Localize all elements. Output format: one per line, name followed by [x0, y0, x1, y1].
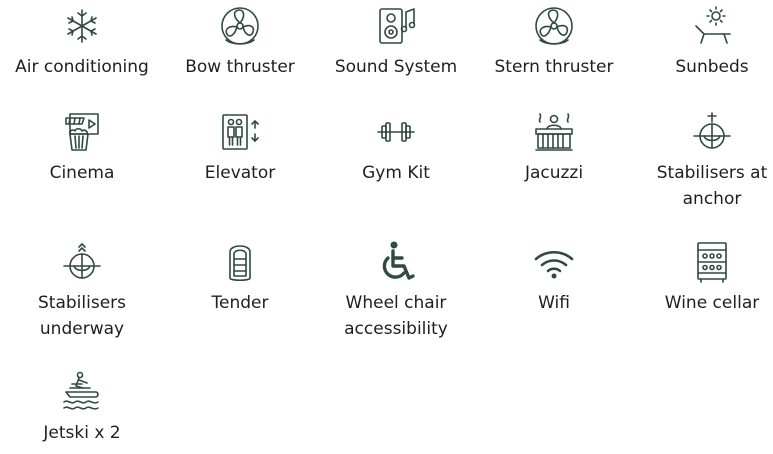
- amenity-cinema: Cinema: [7, 110, 157, 186]
- amenity-elevator: Elevator: [165, 110, 315, 186]
- stabiliser-anchor-icon: [690, 110, 734, 154]
- fan-icon: [532, 4, 576, 48]
- stabiliser-underway-icon: [60, 240, 104, 284]
- amenity-label: Stern thruster: [494, 57, 614, 77]
- amenity-label: Sound System: [334, 57, 458, 77]
- amenity-label: Air conditioning: [15, 57, 149, 77]
- amenity-wifi: Wifi: [479, 240, 629, 316]
- amenity-sunbeds: Sunbeds: [637, 4, 773, 80]
- amenity-tender: Tender: [165, 240, 315, 316]
- amenity-air-conditioning: Air conditioning: [7, 4, 157, 80]
- amenity-label: Wheel chair accessibility: [344, 293, 448, 339]
- amenity-gym-kit: Gym Kit: [321, 110, 471, 186]
- amenity-stabilisers-underway: Stabilisers underway: [7, 240, 157, 342]
- amenity-wine-cellar: Wine cellar: [637, 240, 773, 316]
- amenities-grid: Air conditioning Bow thruster Sound Syst…: [0, 0, 773, 454]
- jetski-icon: [60, 370, 104, 414]
- dumbbell-icon: [374, 110, 418, 154]
- amenity-stabilisers-at-anchor: Stabilisers at anchor: [637, 110, 773, 212]
- speaker-icon: [374, 4, 418, 48]
- amenity-label: Elevator: [204, 163, 276, 183]
- amenity-label: Wifi: [538, 293, 570, 313]
- tender-icon: [218, 240, 262, 284]
- jacuzzi-icon: [532, 110, 576, 154]
- amenity-label: Bow thruster: [185, 57, 295, 77]
- amenity-sound-system: Sound System: [321, 4, 471, 80]
- amenity-label: Tender: [211, 293, 269, 313]
- wifi-icon: [532, 240, 576, 284]
- sunbed-icon: [690, 4, 734, 48]
- snowflake-icon: [60, 4, 104, 48]
- amenity-stern-thruster: Stern thruster: [479, 4, 629, 80]
- amenity-jacuzzi: Jacuzzi: [479, 110, 629, 186]
- amenity-label: Wine cellar: [664, 293, 760, 313]
- elevator-icon: [218, 110, 262, 154]
- amenity-label: Jacuzzi: [524, 163, 584, 183]
- amenity-wheelchair-accessibility: Wheel chair accessibility: [321, 240, 471, 342]
- fan-icon: [218, 4, 262, 48]
- amenity-label: Cinema: [49, 163, 115, 183]
- wheelchair-icon: [374, 240, 418, 284]
- amenity-label: Gym Kit: [362, 163, 430, 183]
- wine-cellar-icon: [690, 240, 734, 284]
- amenity-label: Sunbeds: [675, 57, 749, 77]
- amenity-bow-thruster: Bow thruster: [165, 4, 315, 80]
- amenity-label: Stabilisers at anchor: [656, 163, 768, 209]
- cinema-icon: [60, 110, 104, 154]
- amenity-jetski: Jetski x 2: [7, 370, 157, 446]
- amenity-label: Stabilisers underway: [38, 293, 126, 339]
- amenity-label: Jetski x 2: [43, 423, 121, 443]
